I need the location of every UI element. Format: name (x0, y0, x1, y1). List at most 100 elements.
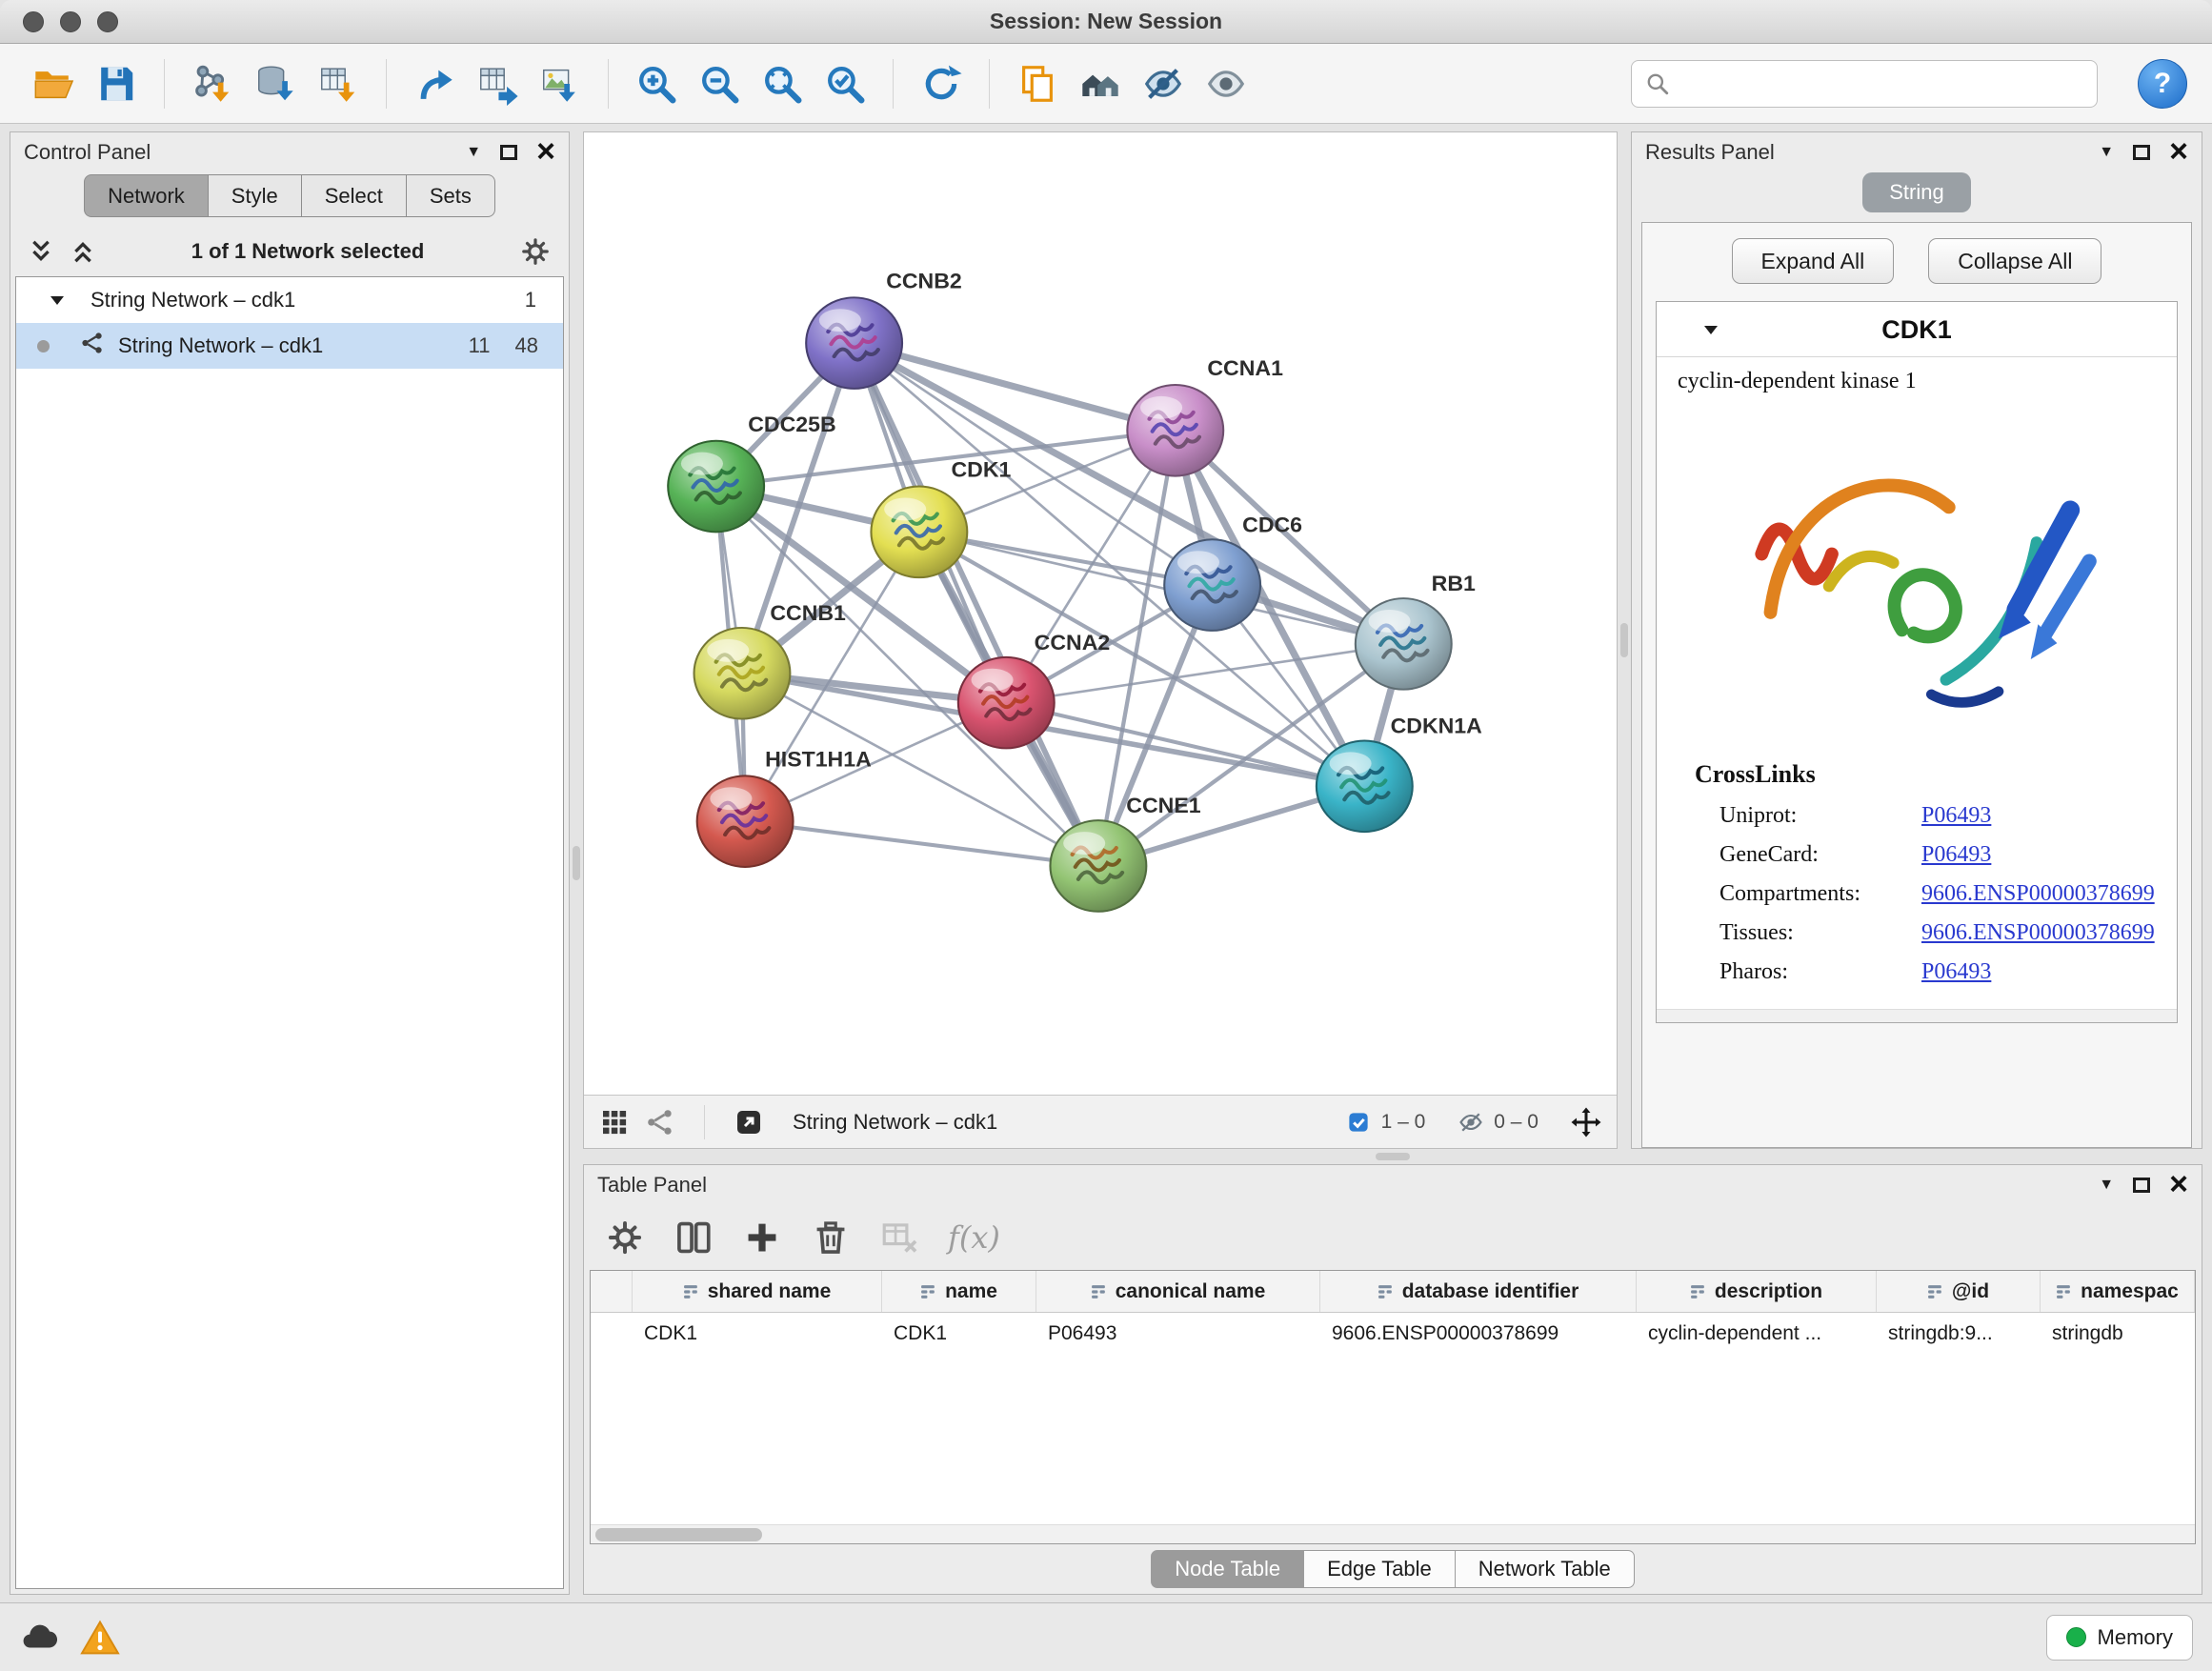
zoom-window-button[interactable] (97, 11, 118, 32)
collapse-all-button[interactable]: Collapse All (1928, 238, 2101, 284)
warnings-button[interactable] (80, 1618, 120, 1658)
gene-entry-header[interactable]: CDK1 (1657, 302, 2177, 357)
table-options-button[interactable] (605, 1218, 645, 1258)
close-panel-icon[interactable]: × (2169, 139, 2188, 165)
table-cell: cyclin-dependent ... (1637, 1313, 1877, 1355)
scrollbar-thumb[interactable] (595, 1528, 762, 1541)
tab-network[interactable]: Network (84, 174, 209, 217)
table-row[interactable]: CDK1CDK1P064939606.ENSP00000378699cyclin… (591, 1313, 2195, 1355)
detach-view-button[interactable] (734, 1107, 764, 1137)
network-node-hist1h1a[interactable]: HIST1H1A (697, 748, 872, 867)
network-edge-cdk1-rb1[interactable] (919, 532, 1403, 644)
memory-button[interactable]: Memory (2046, 1615, 2193, 1661)
birdseye-toggle-button[interactable] (1571, 1107, 1601, 1137)
float-panel-icon[interactable] (2133, 1178, 2150, 1193)
zoom-fit-button[interactable] (754, 54, 811, 113)
network-node-ccnb2[interactable]: CCNB2 (806, 270, 962, 389)
column-header-shared-name[interactable]: shared name (633, 1271, 882, 1312)
expand-all-networks-button[interactable] (70, 238, 96, 265)
import-network-file-button[interactable] (184, 54, 241, 113)
crosslink-value-link[interactable]: 9606.ENSP00000378699 (1921, 920, 2155, 946)
help-button[interactable]: ? (2138, 59, 2187, 109)
network-share-button[interactable] (645, 1107, 675, 1137)
hide-graphics-details-button[interactable] (1135, 54, 1192, 113)
column-header-database-identifier[interactable]: database identifier (1320, 1271, 1637, 1312)
crosslink-value-link[interactable]: 9606.ENSP00000378699 (1921, 881, 2155, 907)
column-header-description[interactable]: description (1637, 1271, 1877, 1312)
network-node-rb1[interactable]: RB1 (1356, 573, 1476, 690)
tab-edge-table[interactable]: Edge Table (1304, 1550, 1456, 1588)
open-session-button[interactable] (25, 54, 82, 113)
network-node-cdk1[interactable]: CDK1 (871, 458, 1011, 577)
network-edge-ccnb2-ccne1[interactable] (855, 343, 1098, 866)
show-graphics-details-button[interactable] (1197, 54, 1255, 113)
float-panel-icon[interactable] (2133, 145, 2150, 160)
network-node-cdc6[interactable]: CDC6 (1164, 513, 1302, 631)
table-hscrollbar[interactable] (591, 1524, 2195, 1543)
network-row[interactable]: String Network – cdk1 11 48 (16, 323, 563, 369)
search-input[interactable] (1679, 71, 2083, 96)
import-network-database-button[interactable] (247, 54, 304, 113)
zoom-out-button[interactable] (691, 54, 748, 113)
network-canvas[interactable]: CCNB2CCNA1CDC25BCDK1CDC6RB1CCNB1CCNA2CDK… (584, 132, 1617, 1095)
tab-network-table[interactable]: Network Table (1456, 1550, 1635, 1588)
string-network[interactable]: CCNB2CCNA1CDC25BCDK1CDC6RB1CCNB1CCNA2CDK… (584, 132, 1617, 1095)
create-column-button[interactable] (742, 1218, 782, 1258)
vertical-splitter[interactable] (570, 131, 583, 1595)
panel-menu-icon[interactable]: ▼ (2099, 1178, 2114, 1193)
entry-scrollbar[interactable] (1657, 1009, 2177, 1022)
vertical-splitter[interactable] (1618, 131, 1631, 1149)
expand-all-button[interactable]: Expand All (1732, 238, 1895, 284)
float-panel-icon[interactable] (500, 145, 517, 160)
column-header-canonical-name[interactable]: canonical name (1036, 1271, 1320, 1312)
collapse-all-networks-button[interactable] (28, 238, 54, 265)
tab-select[interactable]: Select (302, 174, 407, 217)
hidden-eye-icon[interactable] (1458, 1109, 1484, 1136)
crosslink-value-link[interactable]: P06493 (1921, 842, 1991, 868)
tab-string[interactable]: String (1862, 172, 1970, 212)
zoom-in-button[interactable] (628, 54, 685, 113)
documentation-button[interactable] (1009, 54, 1066, 113)
network-collection-row[interactable]: String Network – cdk1 1 (16, 277, 563, 323)
grid-view-button[interactable] (599, 1107, 630, 1137)
export-network-button[interactable] (406, 54, 463, 113)
zoom-selected-button[interactable] (816, 54, 874, 113)
home-button[interactable] (1072, 54, 1129, 113)
network-options-button[interactable] (519, 235, 552, 268)
columns-icon (674, 1218, 714, 1258)
tab-sets[interactable]: Sets (407, 174, 495, 217)
close-panel-icon[interactable]: × (536, 139, 555, 165)
tab-node-table[interactable]: Node Table (1151, 1550, 1304, 1588)
selection-checkbox-icon[interactable] (1345, 1109, 1372, 1136)
horizontal-splitter[interactable] (583, 1149, 2202, 1164)
row-handle (591, 1313, 633, 1355)
zoom-out-icon (697, 62, 741, 106)
column-header-name[interactable]: name (882, 1271, 1036, 1312)
export-table-button[interactable] (469, 54, 526, 113)
panel-menu-icon[interactable]: ▼ (466, 145, 481, 160)
apply-layout-button[interactable] (913, 54, 970, 113)
panel-menu-icon[interactable]: ▼ (2099, 145, 2114, 160)
cloud-status-button[interactable] (19, 1618, 59, 1658)
collapse-entry-icon[interactable] (1702, 321, 1719, 338)
save-session-button[interactable] (88, 54, 145, 113)
export-image-button[interactable] (532, 54, 589, 113)
tree-expand-icon[interactable] (49, 292, 66, 309)
close-window-button[interactable] (23, 11, 44, 32)
network-node-ccna1[interactable]: CCNA1 (1127, 357, 1283, 476)
column-header--id[interactable]: @id (1877, 1271, 2041, 1312)
crosslink-value-link[interactable]: P06493 (1921, 959, 1991, 985)
network-edge-hist1h1a-ccne1[interactable] (745, 821, 1098, 866)
import-table-button[interactable] (310, 54, 367, 113)
crosslink-value-link[interactable]: P06493 (1921, 803, 1991, 829)
show-columns-button[interactable] (674, 1218, 714, 1258)
network-node-cdkn1a[interactable]: CDKN1A (1317, 715, 1482, 832)
minimize-window-button[interactable] (60, 11, 81, 32)
close-panel-icon[interactable]: × (2169, 1172, 2188, 1198)
column-header-namespac[interactable]: namespac (2041, 1271, 2195, 1312)
network-node-ccnb1[interactable]: CCNB1 (694, 602, 846, 719)
delete-column-button[interactable] (811, 1218, 851, 1258)
network-edge-ccnb2-ccna1[interactable] (855, 343, 1176, 431)
tab-style[interactable]: Style (209, 174, 302, 217)
import-network-file-icon (191, 62, 234, 106)
